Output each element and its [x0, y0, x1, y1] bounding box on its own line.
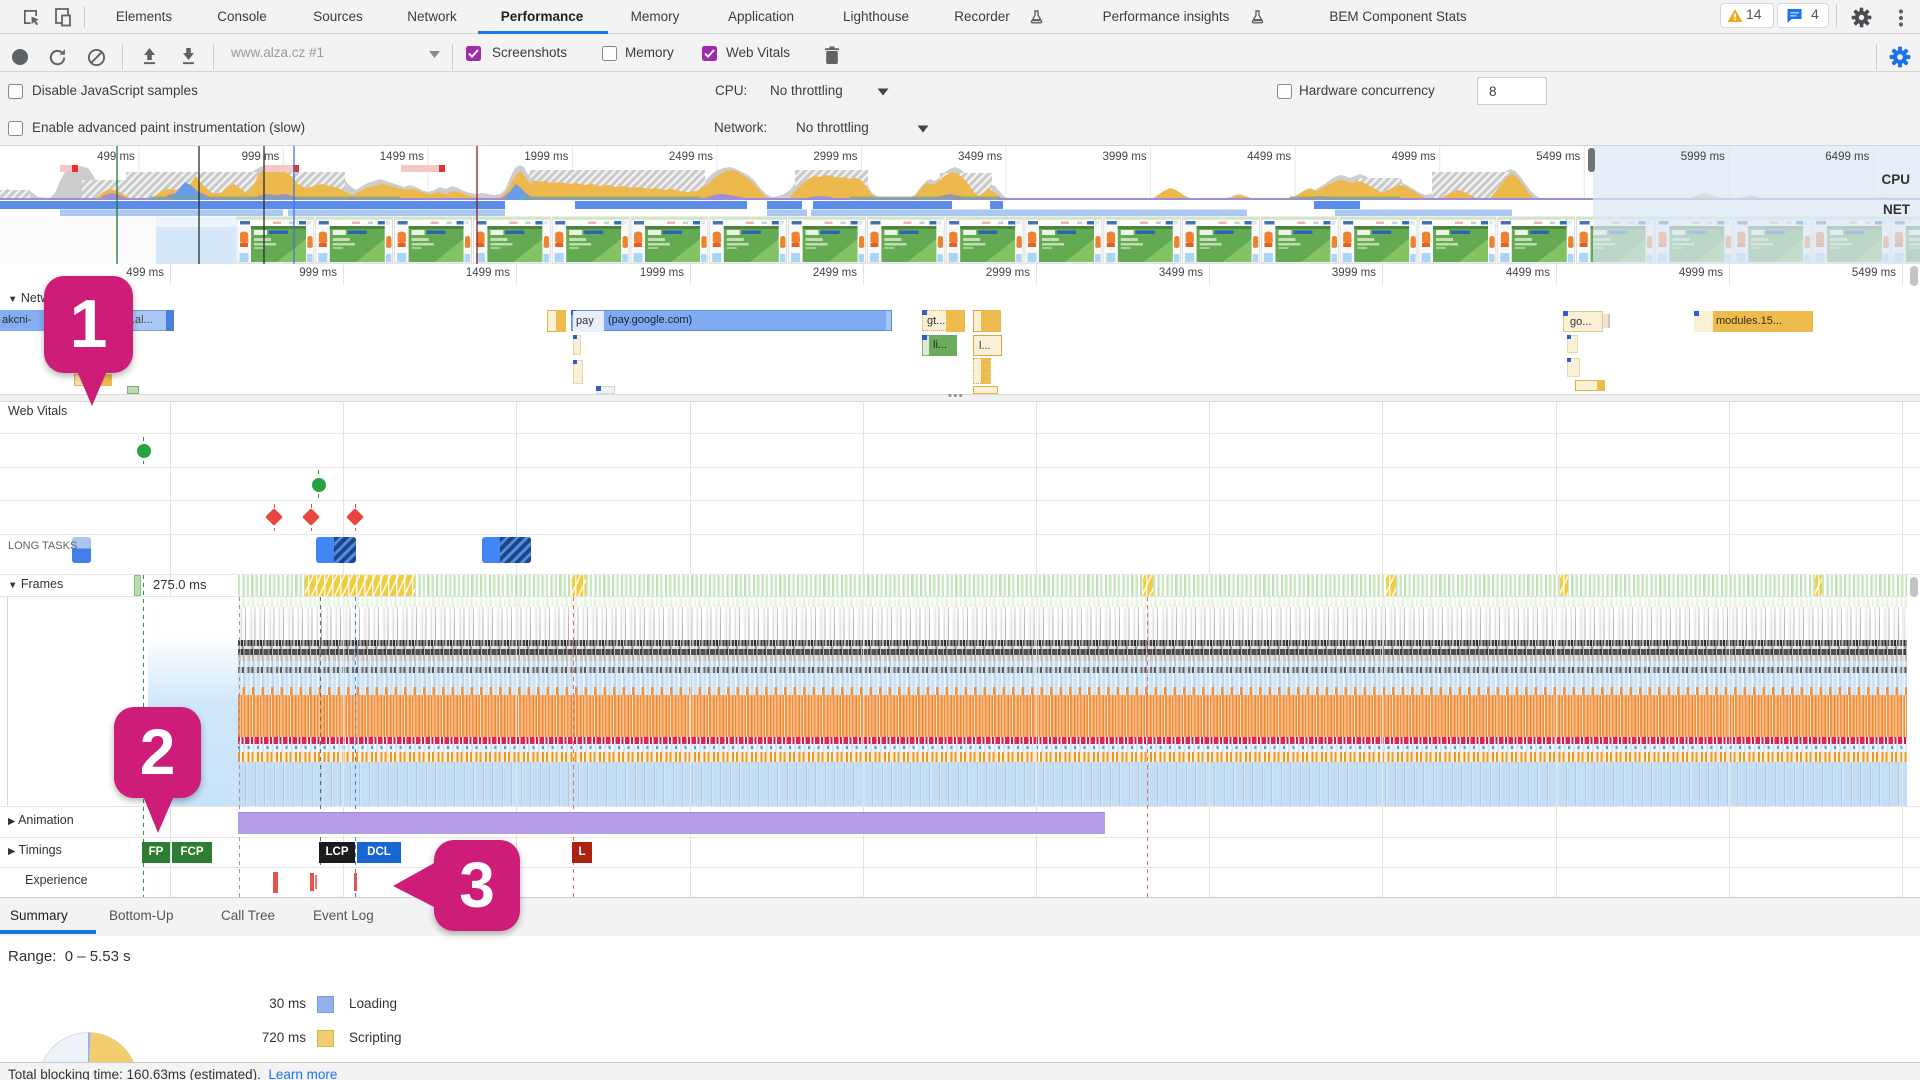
svg-text:5499 ms: 5499 ms: [1536, 151, 1580, 163]
svg-text:2499 ms: 2499 ms: [669, 151, 713, 163]
svg-text:3999 ms: 3999 ms: [1102, 151, 1146, 163]
svg-text:6499 ms: 6499 ms: [1825, 151, 1869, 163]
svg-text:4499 ms: 4499 ms: [1247, 151, 1291, 163]
svg-text:5999 ms: 5999 ms: [1681, 151, 1725, 163]
svg-text:1999 ms: 1999 ms: [524, 151, 568, 163]
svg-text:CPU: CPU: [1881, 172, 1910, 187]
svg-text:4999 ms: 4999 ms: [1392, 151, 1436, 163]
svg-text:999 ms: 999 ms: [242, 151, 280, 163]
svg-text:3499 ms: 3499 ms: [958, 151, 1002, 163]
svg-text:2999 ms: 2999 ms: [813, 151, 857, 163]
svg-text:499 ms: 499 ms: [97, 151, 135, 163]
svg-text:NET: NET: [1883, 202, 1911, 217]
svg-text:1499 ms: 1499 ms: [380, 151, 424, 163]
